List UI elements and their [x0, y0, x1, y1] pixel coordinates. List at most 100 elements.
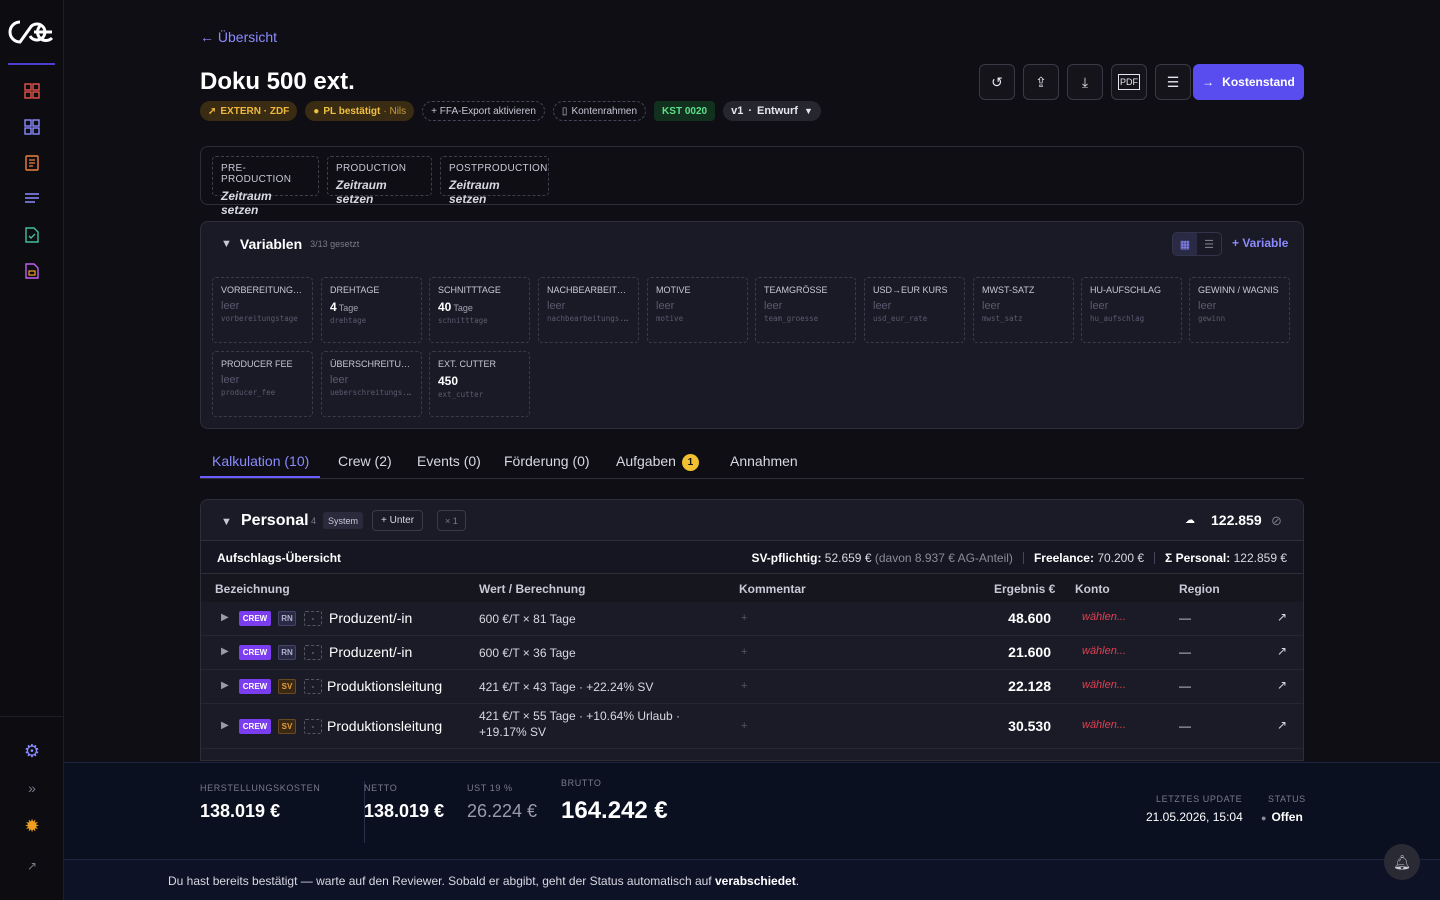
- history-button[interactable]: ↺: [979, 64, 1015, 100]
- pl-user: · Nils: [383, 105, 407, 117]
- tab-foerderung[interactable]: Förderung (0): [504, 453, 590, 469]
- table-row[interactable]: ▶ CREW RN - Produzent/-in 600 €/T × 36 Tage +2…: [201, 636, 1303, 670]
- file-lock-icon[interactable]: [22, 261, 42, 281]
- add-variable-button[interactable]: + Variable: [1232, 236, 1288, 250]
- pl-approved-chip[interactable]: ● PL bestätigt · Nils: [305, 101, 415, 121]
- row-calculation[interactable]: 600 €/T × 81 Tage: [479, 611, 689, 627]
- add-comment-button[interactable]: +: [741, 680, 747, 692]
- add-comment-button[interactable]: +: [741, 646, 747, 658]
- variable-card[interactable]: HU-AUFSCHLAG leer hu_aufschlag: [1081, 277, 1182, 343]
- expand-row-icon[interactable]: ▶: [221, 720, 229, 731]
- row-name[interactable]: Produzent/-in: [329, 610, 412, 626]
- konto-select[interactable]: wählen...: [1082, 679, 1126, 691]
- add-comment-button[interactable]: +: [741, 612, 747, 624]
- tab-events[interactable]: Events (0): [417, 453, 481, 469]
- region-select[interactable]: —: [1179, 645, 1191, 659]
- download-button[interactable]: ⤓: [1067, 64, 1103, 100]
- eye-off-icon[interactable]: ⊘: [1271, 513, 1282, 529]
- variable-card[interactable]: MWST-SATZ leer mwst_satz: [973, 277, 1074, 343]
- dashboard-icon[interactable]: [22, 117, 42, 137]
- extern-chip[interactable]: ➚ EXTERN · ZDF: [200, 101, 298, 121]
- region-select[interactable]: —: [1179, 719, 1191, 733]
- empty-tag-slot[interactable]: -: [304, 719, 322, 734]
- expand-row-icon[interactable]: ▶: [221, 680, 229, 691]
- phase-postproduction[interactable]: POSTPRODUCTION Zeitraum setzen: [440, 156, 549, 206]
- row-calculation[interactable]: 421 €/T × 55 Tage · +10.64% Urlaub · +19…: [479, 708, 689, 740]
- section-title: Personal: [241, 512, 309, 529]
- phase-production[interactable]: PRODUCTION Zeitraum setzen: [327, 156, 432, 206]
- phase-preproduction[interactable]: PRE-PRODUCTION Zeitraum setzen: [212, 156, 319, 217]
- grid-view-icon[interactable]: ▦: [1173, 233, 1197, 255]
- ffa-export-button[interactable]: + FFA-Export aktivieren: [422, 101, 545, 121]
- variable-card[interactable]: EXT. CUTTER 450 ext_cutter: [429, 351, 530, 417]
- open-row-icon[interactable]: ↗: [1277, 718, 1287, 732]
- kostenstand-button[interactable]: → Kostenstand: [1193, 64, 1304, 100]
- version-select[interactable]: v1 · Entwurf ▼: [723, 101, 821, 121]
- add-sub-button[interactable]: + Unter: [372, 510, 424, 531]
- tab-crew[interactable]: Crew (2): [338, 453, 392, 469]
- file-check-icon[interactable]: [22, 225, 42, 245]
- variable-key: motive: [656, 314, 684, 323]
- row-calculation[interactable]: 600 €/T × 36 Tage: [479, 645, 689, 661]
- open-row-icon[interactable]: ↗: [1277, 610, 1287, 624]
- konto-select[interactable]: wählen...: [1082, 645, 1126, 657]
- empty-tag-slot[interactable]: -: [304, 645, 322, 660]
- table-row[interactable]: ▶ CREW RN - Produzent/-in 600 €/T × 81 Tage +4…: [201, 602, 1303, 636]
- document-icon[interactable]: [22, 153, 42, 173]
- external-icon[interactable]: ↗: [22, 856, 42, 876]
- empty-tag-slot[interactable]: -: [304, 679, 322, 694]
- konto-select[interactable]: wählen...: [1082, 719, 1126, 731]
- upload-button[interactable]: ⇪: [1023, 64, 1059, 100]
- row-name[interactable]: Produktionsleitung: [327, 718, 442, 734]
- collapse-icon[interactable]: ▼: [221, 516, 232, 528]
- add-comment-button[interactable]: +: [741, 720, 747, 732]
- variable-card[interactable]: NACHBEARBEITU... leer nachbearbeitungs...: [538, 277, 639, 343]
- variables-header[interactable]: ▼ Variablen 3/13 gesetzt: [221, 236, 359, 252]
- tab-annahmen[interactable]: Annahmen: [730, 453, 798, 469]
- ust-value: 26.224 €: [467, 801, 538, 821]
- konto-select[interactable]: wählen...: [1082, 611, 1126, 623]
- tasks-badge: 1: [681, 454, 699, 471]
- multiplier-button[interactable]: × 1: [437, 510, 466, 531]
- list-icon[interactable]: [22, 189, 42, 209]
- expand-icon[interactable]: »: [22, 778, 42, 798]
- open-row-icon[interactable]: ↗: [1277, 644, 1287, 658]
- empty-tag-slot[interactable]: -: [304, 611, 322, 626]
- settings-icon[interactable]: ⚙: [22, 741, 42, 761]
- collapse-icon[interactable]: ▼: [221, 238, 232, 250]
- back-link[interactable]: ← Übersicht: [200, 29, 277, 45]
- variable-card[interactable]: TEAMGRÖSSE leer team_groesse: [755, 277, 856, 343]
- update-value: 21.05.2026, 15:04: [1146, 810, 1243, 824]
- tab-aufgaben[interactable]: Aufgaben 1: [616, 453, 699, 471]
- logo-icon[interactable]: [6, 16, 58, 48]
- table-row[interactable]: ▶ CREW SV - Produktionsleitung 421 €/T × 55 T…: [201, 704, 1303, 749]
- variable-card[interactable]: USD→EUR KURS leer usd_eur_rate: [864, 277, 965, 343]
- variable-value: leer: [221, 374, 304, 386]
- row-calculation[interactable]: 421 €/T × 43 Tage · +22.24% SV: [479, 679, 689, 695]
- region-select[interactable]: —: [1179, 611, 1191, 625]
- region-select[interactable]: —: [1179, 679, 1191, 693]
- tab-kalkulation[interactable]: Kalkulation (10): [212, 453, 309, 469]
- grid-icon[interactable]: [22, 81, 42, 101]
- variable-card[interactable]: PRODUCER FEE leer producer_fee: [212, 351, 313, 417]
- variable-card[interactable]: MOTIVE leer motive: [647, 277, 748, 343]
- list-view-icon[interactable]: ☰: [1197, 233, 1221, 255]
- variable-card[interactable]: ÜBERSCHREITUN... leer ueberschreitungs...: [321, 351, 422, 417]
- expand-row-icon[interactable]: ▶: [221, 612, 229, 623]
- variable-card[interactable]: VORBEREITUNGST... leer vorbereitungstage: [212, 277, 313, 343]
- open-row-icon[interactable]: ↗: [1277, 678, 1287, 692]
- variable-card[interactable]: SCHNITTTAGE 40 Tage schnitttage: [429, 277, 530, 343]
- kontenrahmen-button[interactable]: ▯ Kontenrahmen: [552, 101, 647, 121]
- variable-card[interactable]: DREHTAGE 4 Tage drehtage: [321, 277, 422, 343]
- sun-icon[interactable]: ✹: [22, 816, 42, 836]
- variable-key: ueberschreitungs...: [330, 388, 413, 397]
- row-name[interactable]: Produzent/-in: [329, 644, 412, 660]
- table-row[interactable]: ▶ CREW SV - Produktionsleitung 421 €/T × 43 T…: [201, 670, 1303, 704]
- adjust-button[interactable]: ☰: [1155, 64, 1191, 100]
- variable-card[interactable]: GEWINN / WAGNIS leer gewinn: [1189, 277, 1290, 343]
- view-toggle[interactable]: ▦ ☰: [1172, 232, 1222, 256]
- notification-bell-icon[interactable]: 🔔︎: [1384, 844, 1420, 880]
- pdf-button[interactable]: PDF: [1111, 64, 1147, 100]
- expand-row-icon[interactable]: ▶: [221, 646, 229, 657]
- row-name[interactable]: Produktionsleitung: [327, 678, 442, 694]
